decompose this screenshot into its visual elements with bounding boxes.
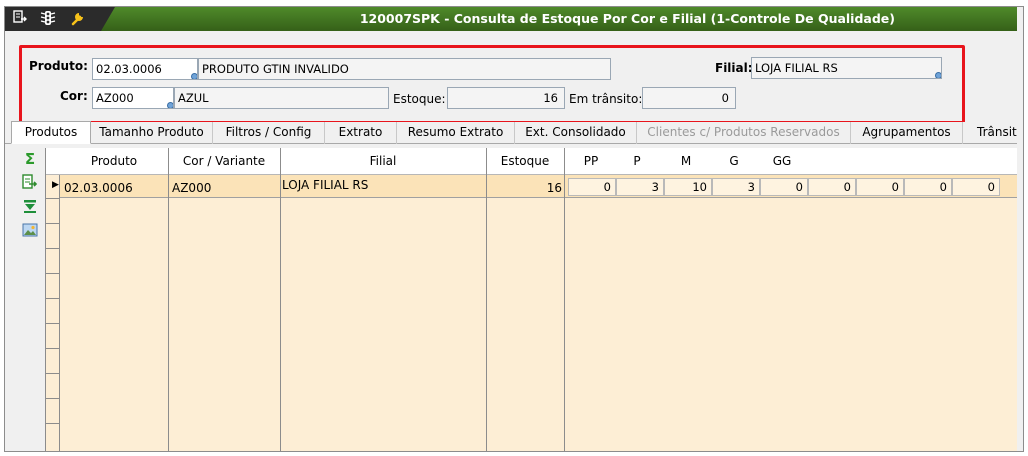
produto-code-value: 02.03.0006 [96, 62, 162, 76]
header-g[interactable]: G [724, 148, 744, 175]
export-icon[interactable] [21, 174, 39, 192]
produto-label: Produto: [29, 59, 88, 73]
size-cell[interactable]: 3 [712, 178, 760, 196]
produto-code-field[interactable]: 02.03.0006 [92, 58, 198, 80]
size-cell[interactable]: 0 [760, 178, 808, 196]
size-cell[interactable]: 10 [664, 178, 712, 196]
header-p[interactable]: P [627, 148, 647, 175]
traffic-light-icon[interactable] [39, 10, 57, 28]
tab-label: Clientes c/ Produtos Reservados [647, 125, 840, 139]
row-separator [46, 348, 60, 349]
column-divider [486, 148, 487, 451]
header-estoque[interactable]: Estoque [486, 148, 564, 175]
tab-ext-consolidado[interactable]: Ext. Consolidado [515, 122, 637, 144]
transito-label: Em trânsito: [569, 92, 643, 106]
header-produto[interactable]: Produto [60, 148, 168, 175]
tab-label: Agrupamentos [862, 125, 951, 139]
header-form: Produto: 02.03.0006 PRODUTO GTIN INVALID… [5, 31, 1023, 124]
transito-field: 0 [642, 87, 736, 109]
tab-strip: Produtos Tamanho Produto Filtros / Confi… [5, 121, 1023, 144]
cor-code-value: AZ000 [96, 91, 134, 105]
estoque-label: Estoque: [393, 92, 446, 106]
filial-field[interactable]: LOJA FILIAL RS [751, 57, 942, 79]
size-cell[interactable]: 0 [952, 178, 1000, 196]
lookup-icon[interactable] [191, 73, 197, 79]
cell-estoque[interactable]: 16 [486, 181, 562, 195]
tab-filtros-config[interactable]: Filtros / Config [213, 122, 325, 144]
estoque-value: 16 [543, 91, 558, 105]
size-cell[interactable]: 0 [856, 178, 904, 196]
column-divider [168, 148, 169, 451]
header-gg[interactable]: GG [768, 148, 796, 175]
filter-down-icon[interactable] [21, 198, 39, 216]
cor-desc-value: AZUL [178, 91, 209, 105]
header-pp[interactable]: PP [577, 148, 605, 175]
title-bar: 120007SPK - Consulta de Estoque Por Cor … [5, 7, 1023, 31]
tab-extrato[interactable]: Extrato [325, 122, 397, 144]
tab-tamanho-produto[interactable]: Tamanho Produto [91, 122, 213, 144]
row-separator [46, 298, 60, 299]
size-cell[interactable]: 0 [904, 178, 952, 196]
tab-label: Ext. Consolidado [525, 125, 626, 139]
estoque-field: 16 [447, 87, 565, 109]
row-separator [46, 398, 60, 399]
row-separator [46, 273, 60, 274]
tab-label: Extrato [338, 125, 383, 139]
cor-desc-field: AZUL [174, 87, 389, 109]
produto-desc-field: PRODUTO GTIN INVALIDO [198, 58, 611, 80]
lookup-icon[interactable] [167, 102, 173, 108]
cor-label: Cor: [60, 89, 88, 103]
produto-desc-value: PRODUTO GTIN INVALIDO [202, 62, 349, 76]
header-cor-variante[interactable]: Cor / Variante [168, 148, 280, 175]
row-indicator-column [46, 148, 60, 451]
side-toolbar: Σ [5, 144, 45, 451]
tab-label: Trânsit [977, 125, 1017, 139]
tab-label: Produtos [24, 125, 78, 139]
cell-cor[interactable]: AZ000 [172, 181, 211, 195]
row-separator [46, 223, 60, 224]
row-separator [46, 423, 60, 424]
lookup-icon[interactable] [935, 72, 941, 78]
window-right-edge [1017, 7, 1023, 451]
document-arrow-icon[interactable] [11, 10, 29, 28]
stock-grid: Produto Cor / Variante Filial Estoque PP… [45, 148, 1023, 451]
tab-clientes-reservados: Clientes c/ Produtos Reservados [637, 122, 851, 144]
transito-value: 0 [721, 91, 729, 105]
tab-transito[interactable]: Trânsit [963, 122, 1023, 144]
wrench-icon[interactable] [69, 10, 87, 28]
tab-label: Tamanho Produto [99, 125, 204, 139]
tab-produtos[interactable]: Produtos [11, 121, 91, 144]
size-cell[interactable]: 0 [808, 178, 856, 196]
column-divider [280, 148, 281, 451]
app-window: 120007SPK - Consulta de Estoque Por Cor … [4, 6, 1024, 452]
row-separator [46, 198, 60, 199]
row-separator [46, 323, 60, 324]
tab-agrupamentos[interactable]: Agrupamentos [851, 122, 963, 144]
size-cell[interactable]: 0 [568, 178, 616, 196]
size-cell[interactable]: 3 [616, 178, 664, 196]
header-m[interactable]: M [676, 148, 696, 175]
cell-filial[interactable]: LOJA FILIAL RS [282, 178, 368, 192]
column-divider [564, 148, 565, 451]
row-separator [46, 248, 60, 249]
filial-value: LOJA FILIAL RS [755, 61, 838, 75]
tab-resumo-extrato[interactable]: Resumo Extrato [397, 122, 515, 144]
cor-code-field[interactable]: AZ000 [92, 87, 174, 109]
current-row-pointer-icon: ▶ [52, 180, 59, 190]
window-title: 120007SPK - Consulta de Estoque Por Cor … [359, 11, 895, 26]
filial-label: Filial: [715, 61, 753, 75]
grid-header: Produto Cor / Variante Filial Estoque PP… [46, 148, 1023, 175]
image-icon[interactable] [21, 222, 39, 240]
sum-icon[interactable]: Σ [21, 150, 39, 168]
tab-label: Resumo Extrato [407, 125, 504, 139]
cell-produto[interactable]: 02.03.0006 [64, 181, 133, 195]
tab-label: Filtros / Config [225, 125, 312, 139]
header-filial[interactable]: Filial [280, 148, 486, 175]
row-separator [46, 373, 60, 374]
